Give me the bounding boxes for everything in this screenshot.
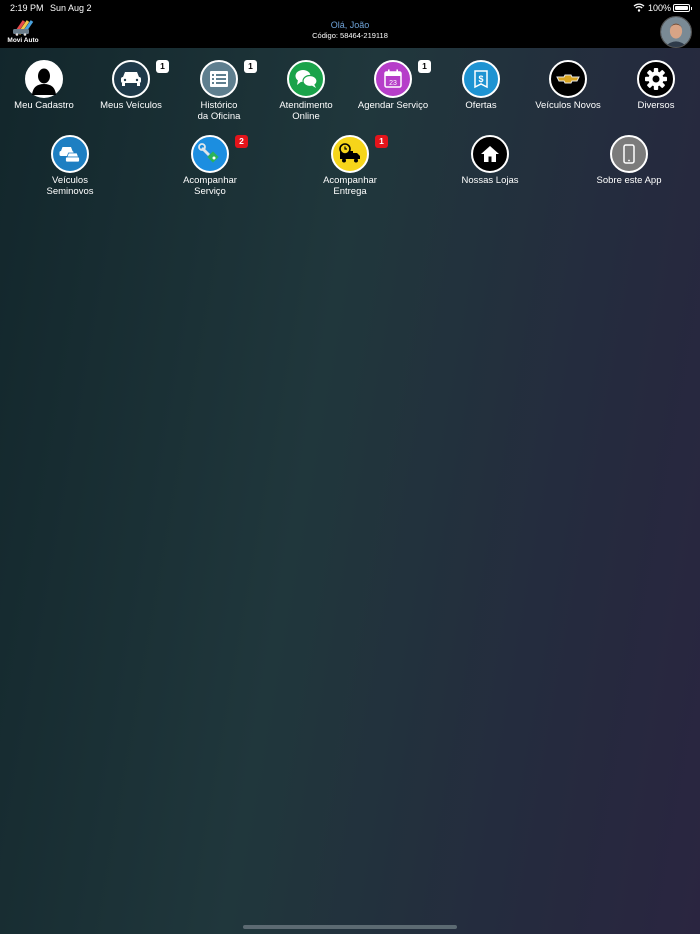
menu-tile-nossas-lojas[interactable]: Nossas Lojas — [442, 135, 538, 187]
user-avatar[interactable] — [660, 16, 692, 48]
menu-tile-ofertas[interactable]: $ Ofertas — [433, 60, 529, 112]
car-icon — [121, 72, 141, 86]
icon-circle — [25, 60, 63, 98]
wifi-icon — [633, 3, 645, 12]
history-list-icon — [210, 71, 228, 87]
status-time: 2:19 PM — [10, 3, 44, 13]
icon-circle: $ — [462, 60, 500, 98]
notification-badge: 2 — [235, 135, 248, 148]
tile-label: Veículos Novos — [535, 100, 601, 111]
tile-label: Sobre este App — [596, 175, 662, 186]
chat-bubbles-icon — [295, 70, 318, 88]
menu-tile-historico-oficina[interactable]: 1 Histórico da Oficina — [171, 60, 267, 122]
customer-code: Código: 58464-219118 — [312, 31, 388, 40]
notification-badge: 1 — [375, 135, 388, 148]
wrench-tracking-icon — [198, 143, 219, 163]
svg-text:$: $ — [478, 74, 483, 84]
menu-tile-diversos[interactable]: Diversos — [608, 60, 700, 112]
battery-percentage: 100% — [648, 3, 672, 13]
icon-circle — [610, 135, 648, 173]
chevrolet-logo-icon — [556, 74, 580, 84]
greeting-text: Olá, João — [330, 20, 370, 30]
icon-circle — [471, 135, 509, 173]
menu-tile-agendar-servico[interactable]: 23 1 Agendar Serviço — [345, 60, 441, 112]
notification-badge: 1 — [156, 60, 169, 73]
icon-circle — [112, 60, 150, 98]
delivery-truck-icon — [339, 143, 360, 163]
icon-circle — [287, 60, 325, 98]
gear-icon — [645, 68, 667, 90]
status-date: Sun Aug 2 — [50, 3, 92, 13]
icon-circle — [549, 60, 587, 98]
house-icon — [481, 146, 499, 162]
tile-label: Agendar Serviço — [357, 100, 429, 111]
menu-tile-meus-veiculos[interactable]: 1 Meus Veículos — [83, 60, 179, 112]
status-bar: 2:19 PM Sun Aug 2 100% — [0, 0, 700, 16]
tile-label: Atendimento Online — [279, 100, 333, 122]
tile-label: Acompanhar Entrega — [323, 175, 377, 197]
calendar-icon: 23 — [384, 69, 402, 88]
svg-text:23: 23 — [389, 80, 397, 87]
icon-circle — [200, 60, 238, 98]
menu-tile-veiculos-seminovos[interactable]: Veículos Seminovos — [22, 135, 118, 197]
menu-tile-sobre-app[interactable]: Sobre este App — [581, 135, 677, 187]
cars-icon — [59, 147, 80, 163]
icon-circle — [637, 60, 675, 98]
tile-label: Meu Cadastro — [14, 100, 74, 111]
icon-circle — [191, 135, 229, 173]
icon-circle: 23 — [374, 60, 412, 98]
tile-label: Histórico da Oficina — [197, 100, 241, 122]
menu-tile-meu-cadastro[interactable]: Meu Cadastro — [0, 60, 92, 112]
icon-circle — [331, 135, 369, 173]
tile-label: Nossas Lojas — [461, 175, 519, 186]
tile-label: Meus Veículos — [100, 100, 162, 111]
app-header: Movi Auto Olá, João Código: 58464-219118 — [0, 16, 700, 48]
notification-badge: 1 — [244, 60, 257, 73]
tile-label: Diversos — [637, 100, 675, 111]
dollar-tag-icon: $ — [474, 70, 488, 89]
home-indicator[interactable] — [243, 925, 457, 929]
menu-tile-veiculos-novos[interactable]: Veículos Novos — [520, 60, 616, 112]
person-icon — [32, 68, 56, 95]
tile-label: Acompanhar Serviço — [183, 175, 237, 197]
battery-icon — [673, 4, 692, 12]
tile-label: Ofertas — [465, 100, 497, 111]
menu-tile-acompanhar-entrega[interactable]: 1 Acompanhar Entrega — [302, 135, 398, 197]
menu-tile-atendimento-online[interactable]: Atendimento Online — [258, 60, 354, 122]
menu-tile-acompanhar-servico[interactable]: 2 Acompanhar Serviço — [162, 135, 258, 197]
phone-icon — [623, 144, 635, 164]
icon-circle — [51, 135, 89, 173]
user-photo-icon — [661, 17, 691, 47]
tile-label: Veículos Seminovos — [46, 175, 94, 197]
notification-badge: 1 — [418, 60, 431, 73]
